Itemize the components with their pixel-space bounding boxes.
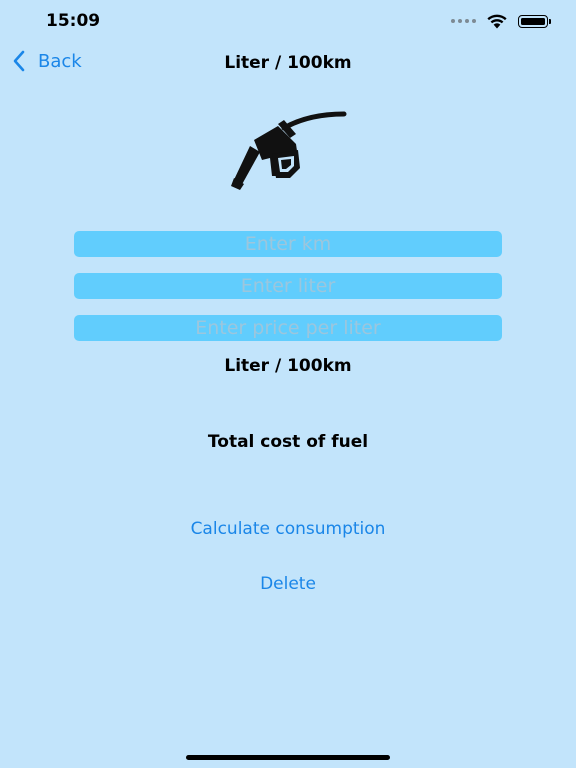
status-time: 15:09 xyxy=(46,11,101,31)
home-indicator[interactable] xyxy=(186,755,390,760)
delete-button[interactable]: Delete xyxy=(260,574,316,594)
delete-row: Delete xyxy=(0,574,576,594)
wifi-icon xyxy=(487,14,507,29)
fuel-pump-nozzle-icon xyxy=(231,111,347,190)
multitasking-dots-icon xyxy=(451,19,476,23)
navigation-bar: Back Liter / 100km xyxy=(0,44,576,84)
nav-title: Liter / 100km xyxy=(224,53,352,73)
liter-input[interactable] xyxy=(74,273,502,299)
status-bar: 15:09 xyxy=(0,0,576,44)
battery-icon xyxy=(518,14,551,28)
price-per-liter-input[interactable] xyxy=(74,315,502,341)
calculate-consumption-button[interactable]: Calculate consumption xyxy=(191,519,386,539)
consumption-result-label: Liter / 100km xyxy=(224,356,352,376)
status-icons xyxy=(451,13,551,29)
total-cost-label: Total cost of fuel xyxy=(207,432,369,452)
calculate-consumption-row: Calculate consumption xyxy=(0,519,576,539)
km-input[interactable] xyxy=(74,231,502,257)
